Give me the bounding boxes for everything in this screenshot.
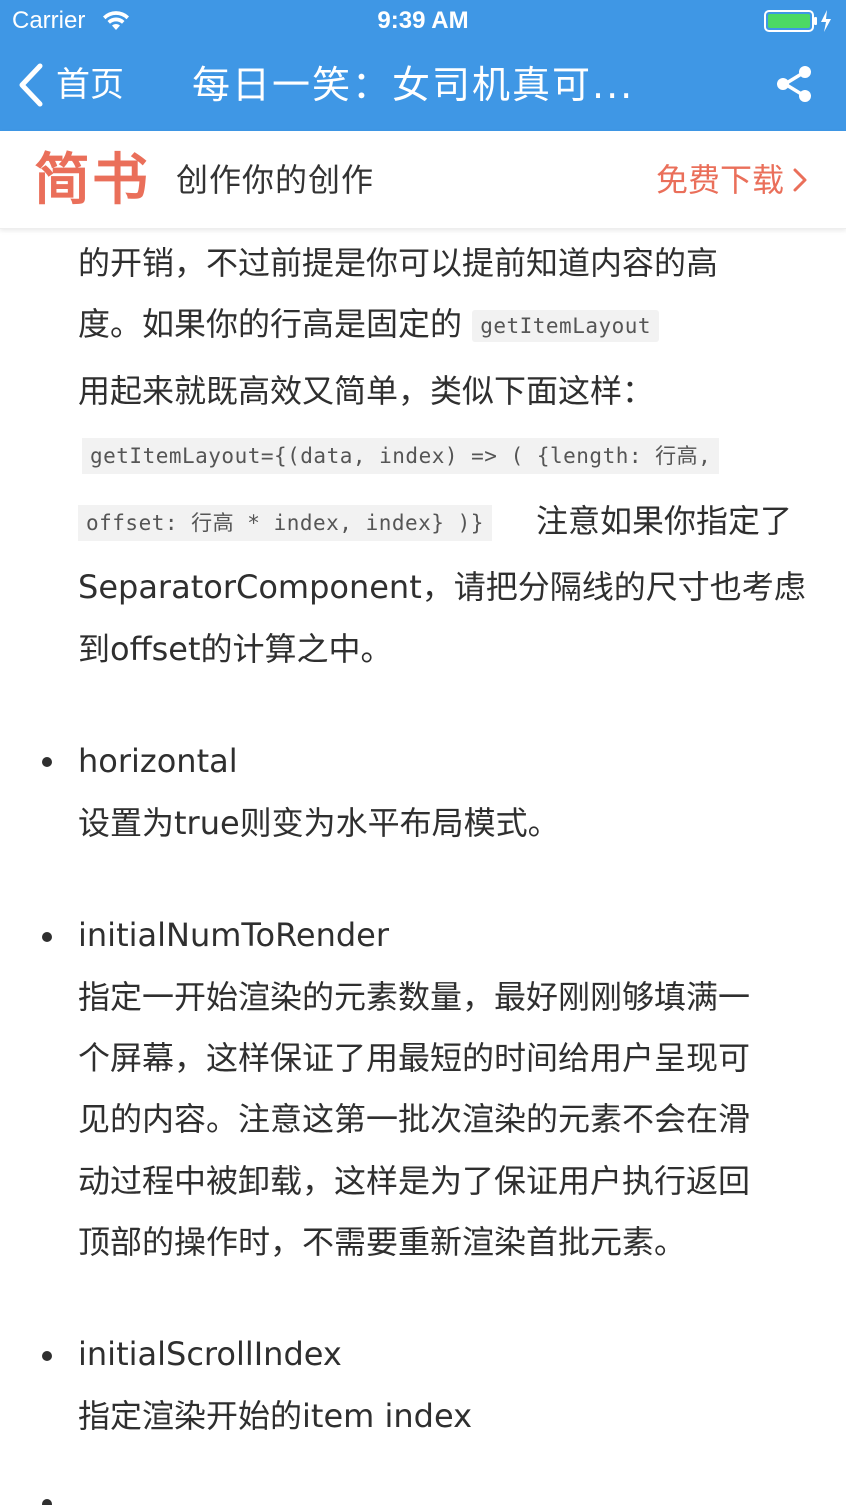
text-line: 度。如果你的行高是固定的 getItemLayout xyxy=(78,304,660,346)
code-line: getItemLayout={(data, index) => ( {lengt… xyxy=(82,438,720,474)
app-banner: 简书 创作你的创作 免费下载 xyxy=(0,131,846,229)
list-item-text: 顶部的操作时，不需要重新渲染首批元素。 xyxy=(78,1223,687,1261)
navigation-bar: 首页 每日一笑：女司机真可... xyxy=(0,42,846,131)
inline-code: getItemLayout xyxy=(472,310,660,342)
chevron-left-icon xyxy=(19,63,43,107)
list-item-title: initialScrollIndex xyxy=(78,1335,342,1373)
list-item-text: 指定渲染开始的item index xyxy=(78,1397,473,1435)
text-line: 的开销，不过前提是你可以提前知道内容的高 xyxy=(78,244,719,282)
bullet-dot xyxy=(42,932,52,942)
jianshu-logo: 简书 xyxy=(34,147,150,213)
list-item-text: 动过程中被卸载，这样是为了保证用户执行返回 xyxy=(78,1162,751,1200)
nav-title: 每日一笑：女司机真可... xyxy=(192,63,635,107)
list-item-text: 个屏幕，这样保证了用最短的时间给用户呈现可 xyxy=(78,1039,751,1077)
text-fragment: 度。如果你的行高是固定的 xyxy=(78,305,463,343)
brand-slogan: 创作你的创作 xyxy=(176,161,375,199)
back-button[interactable]: 首页 xyxy=(14,60,124,110)
back-label: 首页 xyxy=(56,65,124,105)
article-body: 的开销，不过前提是你可以提前知道内容的高 度。如果你的行高是固定的 getIte… xyxy=(0,229,846,1505)
text-line: 用起来就既高效又简单，类似下面这样： xyxy=(78,372,655,410)
download-label: 免费下载 xyxy=(655,161,784,199)
list-item-text: 见的内容。注意这第一批次渲染的元素不会在滑 xyxy=(78,1100,751,1138)
list-item-text: 设置为true则变为水平布局模式。 xyxy=(78,804,560,842)
text-line: SeparatorComponent，请把分隔线的尺寸也考虑 xyxy=(78,568,806,606)
status-time: 9:39 AM xyxy=(377,7,469,34)
top-bar: Carrier 9:39 AM 首页 每日一笑：女司机真可... xyxy=(0,0,846,131)
text-fragment: 注意如果你指定了 xyxy=(536,502,793,540)
download-app-link[interactable]: 免费下载 xyxy=(656,159,808,201)
status-bar: Carrier 9:39 AM xyxy=(0,0,846,42)
bullet-dot xyxy=(42,1499,52,1505)
share-icon[interactable] xyxy=(774,64,814,104)
bullet-dot xyxy=(42,757,52,767)
code-line: offset: 行高 * index, index} )} xyxy=(78,505,492,541)
chevron-right-icon xyxy=(793,168,807,192)
list-item-title: initialNumToRender xyxy=(78,916,389,954)
battery-charging-icon xyxy=(764,10,831,32)
text-line: 到offset的计算之中。 xyxy=(78,630,393,668)
list-item-text: 指定一开始渲染的元素数量，最好刚刚够填满一 xyxy=(78,978,751,1016)
list-item-title: horizontal xyxy=(78,742,238,780)
bullet-dot xyxy=(42,1351,52,1361)
